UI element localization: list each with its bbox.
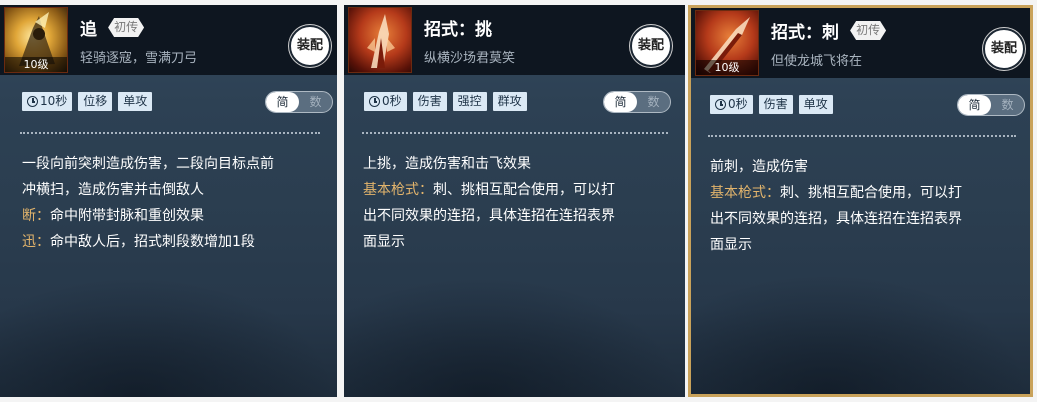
desc-line: 面显示 [363,234,405,250]
skill-card-1[interactable]: 10级 追 初传 轻骑逐寇，雪满刀弓 装配 10秒 位移 单攻 简 数 一段向前… [0,5,337,397]
skill-icon: 10级 [695,10,759,76]
simple-numeric-toggle[interactable]: 简 数 [265,91,333,113]
skill-name: 招式：挑 [424,20,492,40]
rank-badge: 初传 [850,21,886,40]
tag-row: 10秒 位移 单攻 [22,92,153,111]
divider [20,132,320,134]
tag-hard-control: 强控 [452,92,487,111]
tag-damage: 伤害 [412,92,447,111]
desc-line: 基本枪式：刺、挑相互配合使用，可以打 [710,185,962,201]
desc-line: 面显示 [710,237,752,253]
tag-row: 0秒 伤害 强控 群攻 [364,92,527,111]
equip-button[interactable]: 装配 [630,25,672,67]
desc-line: 迅：命中敌人后，招式刺段数增加1段 [22,234,255,250]
card-header: 10级 追 初传 轻骑逐寇，雪满刀弓 装配 [0,5,337,75]
tag-single-target: 单攻 [798,95,833,114]
desc-line: 冲横扫，造成伤害并击倒敌人 [22,182,204,198]
skill-card-2[interactable]: 招式：挑 纵横沙场君莫笑 装配 0秒 伤害 强控 群攻 简 数 上挑，造成伤害和… [344,5,685,397]
title-row: 招式：刺 初传 [771,18,886,43]
skill-subtitle: 纵横沙场君莫笑 [424,51,516,66]
level-label: 10级 [5,57,67,72]
card-header: 10级 招式：刺 初传 但使龙城飞将在 装配 [691,8,1030,78]
clock-icon [715,99,726,110]
skill-name: 招式：刺 [771,23,839,43]
spear-icon [367,14,395,68]
rank-badge: 初传 [108,18,144,37]
title-row: 追 初传 [80,15,144,40]
desc-line: 一段向前突刺造成伤害，二段向目标点前 [22,156,274,172]
simple-numeric-toggle[interactable]: 简 数 [603,91,671,113]
cooldown-tag: 0秒 [710,95,753,114]
title-row: 招式：挑 [424,15,492,40]
equip-button[interactable]: 装配 [289,25,331,67]
level-label: 10级 [696,60,758,75]
toggle-simple[interactable]: 简 [958,95,991,115]
divider [362,132,668,134]
cooldown-tag: 10秒 [22,92,73,111]
toggle-numeric[interactable]: 数 [991,95,1024,115]
divider [708,135,1016,137]
desc-line: 上挑，造成伤害和击飞效果 [363,156,531,172]
simple-numeric-toggle[interactable]: 简 数 [957,94,1025,116]
skill-description: 上挑，造成伤害和击飞效果 基本枪式：刺、挑相互配合使用，可以打 出不同效果的连招… [363,151,615,255]
tag-damage: 伤害 [758,95,793,114]
tag-single-target: 单攻 [118,92,153,111]
toggle-numeric[interactable]: 数 [299,92,332,112]
clock-icon [369,96,380,107]
card-header: 招式：挑 纵横沙场君莫笑 装配 [344,5,685,75]
clock-icon [27,96,38,107]
skill-card-3[interactable]: 10级 招式：刺 初传 但使龙城飞将在 装配 0秒 伤害 单攻 简 数 前刺，造… [688,5,1033,397]
desc-line: 出不同效果的连招，具体连招在连招表界 [363,208,615,224]
tag-area-attack: 群攻 [492,92,527,111]
skill-name: 追 [80,20,97,40]
desc-line: 基本枪式：刺、挑相互配合使用，可以打 [363,182,615,198]
desc-line: 前刺，造成伤害 [710,159,808,175]
skill-description: 前刺，造成伤害 基本枪式：刺、挑相互配合使用，可以打 出不同效果的连招，具体连招… [710,154,962,258]
tag-row: 0秒 伤害 单攻 [710,95,833,114]
toggle-simple[interactable]: 简 [266,92,299,112]
cooldown-tag: 0秒 [364,92,407,111]
desc-line: 出不同效果的连招，具体连招在连招表界 [710,211,962,227]
toggle-numeric[interactable]: 数 [637,92,670,112]
skill-icon [348,7,412,73]
equip-button[interactable]: 装配 [983,28,1025,70]
skill-description: 一段向前突刺造成伤害，二段向目标点前 冲横扫，造成伤害并击倒敌人 断：命中附带封… [22,151,274,255]
skill-subtitle: 但使龙城飞将在 [771,54,863,69]
skill-subtitle: 轻骑逐寇，雪满刀弓 [80,51,198,66]
skill-icon: 10级 [4,7,68,73]
tag-movement: 位移 [78,92,113,111]
desc-line: 断：命中附带封脉和重创效果 [22,208,204,224]
toggle-simple[interactable]: 简 [604,92,637,112]
